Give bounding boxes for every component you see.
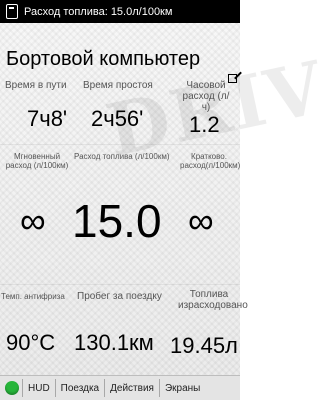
row-divider <box>0 144 240 145</box>
nav-item-screens[interactable]: Экраны <box>163 383 202 394</box>
app-notification-icon <box>6 4 18 19</box>
instant-consumption-value: ∞ <box>20 200 46 241</box>
nav-item-hud[interactable]: HUD <box>26 383 52 394</box>
page-title: Бортовой компьютер <box>6 48 201 70</box>
antifreeze-temp-value: 90°C <box>6 330 56 355</box>
nav-divider <box>158 379 160 397</box>
travel-time-value: 7ч8' <box>27 106 68 131</box>
hourly-consumption-label: Часовой расход (л/ч) <box>182 80 230 113</box>
hourly-consumption-value: 1.2 <box>189 112 220 137</box>
antifreeze-temp-label: Темп. антифриза <box>1 292 65 301</box>
fuel-used-value: 19.45л <box>170 333 238 358</box>
short-term-consumption-value: ∞ <box>188 200 214 241</box>
fuel-consumption-label: Расход топлива (л/100км) <box>74 152 170 161</box>
nav-item-actions[interactable]: Действия <box>108 383 156 394</box>
idle-time-value: 2ч56' <box>91 106 144 131</box>
fuel-consumption-value: 15.0 <box>72 195 162 247</box>
nav-item-trip[interactable]: Поездка <box>59 383 101 394</box>
idle-time-label: Время простоя <box>83 80 153 91</box>
instant-consumption-label: Мгновенный расход (л/100км) <box>5 152 69 170</box>
trip-distance-value: 130.1км <box>74 330 154 355</box>
nav-divider <box>54 379 56 397</box>
bottom-nav: HUD Поездка Действия Экраны <box>0 375 240 400</box>
trip-distance-label: Пробег за поездку <box>77 291 162 302</box>
status-indicator-icon[interactable] <box>5 381 19 395</box>
edit-icon[interactable] <box>228 74 237 83</box>
status-text: Расход топлива: 15.0л/100км <box>24 5 173 18</box>
travel-time-label: Время в пути <box>5 80 67 91</box>
short-term-consumption-label: Кратково. расход(л/100км) <box>180 152 241 170</box>
fuel-used-label: Топлива израсходовано <box>178 289 248 311</box>
nav-divider <box>22 379 23 397</box>
status-bar: Расход топлива: 15.0л/100км <box>0 0 240 23</box>
row-divider <box>0 284 240 285</box>
nav-divider <box>104 379 106 397</box>
